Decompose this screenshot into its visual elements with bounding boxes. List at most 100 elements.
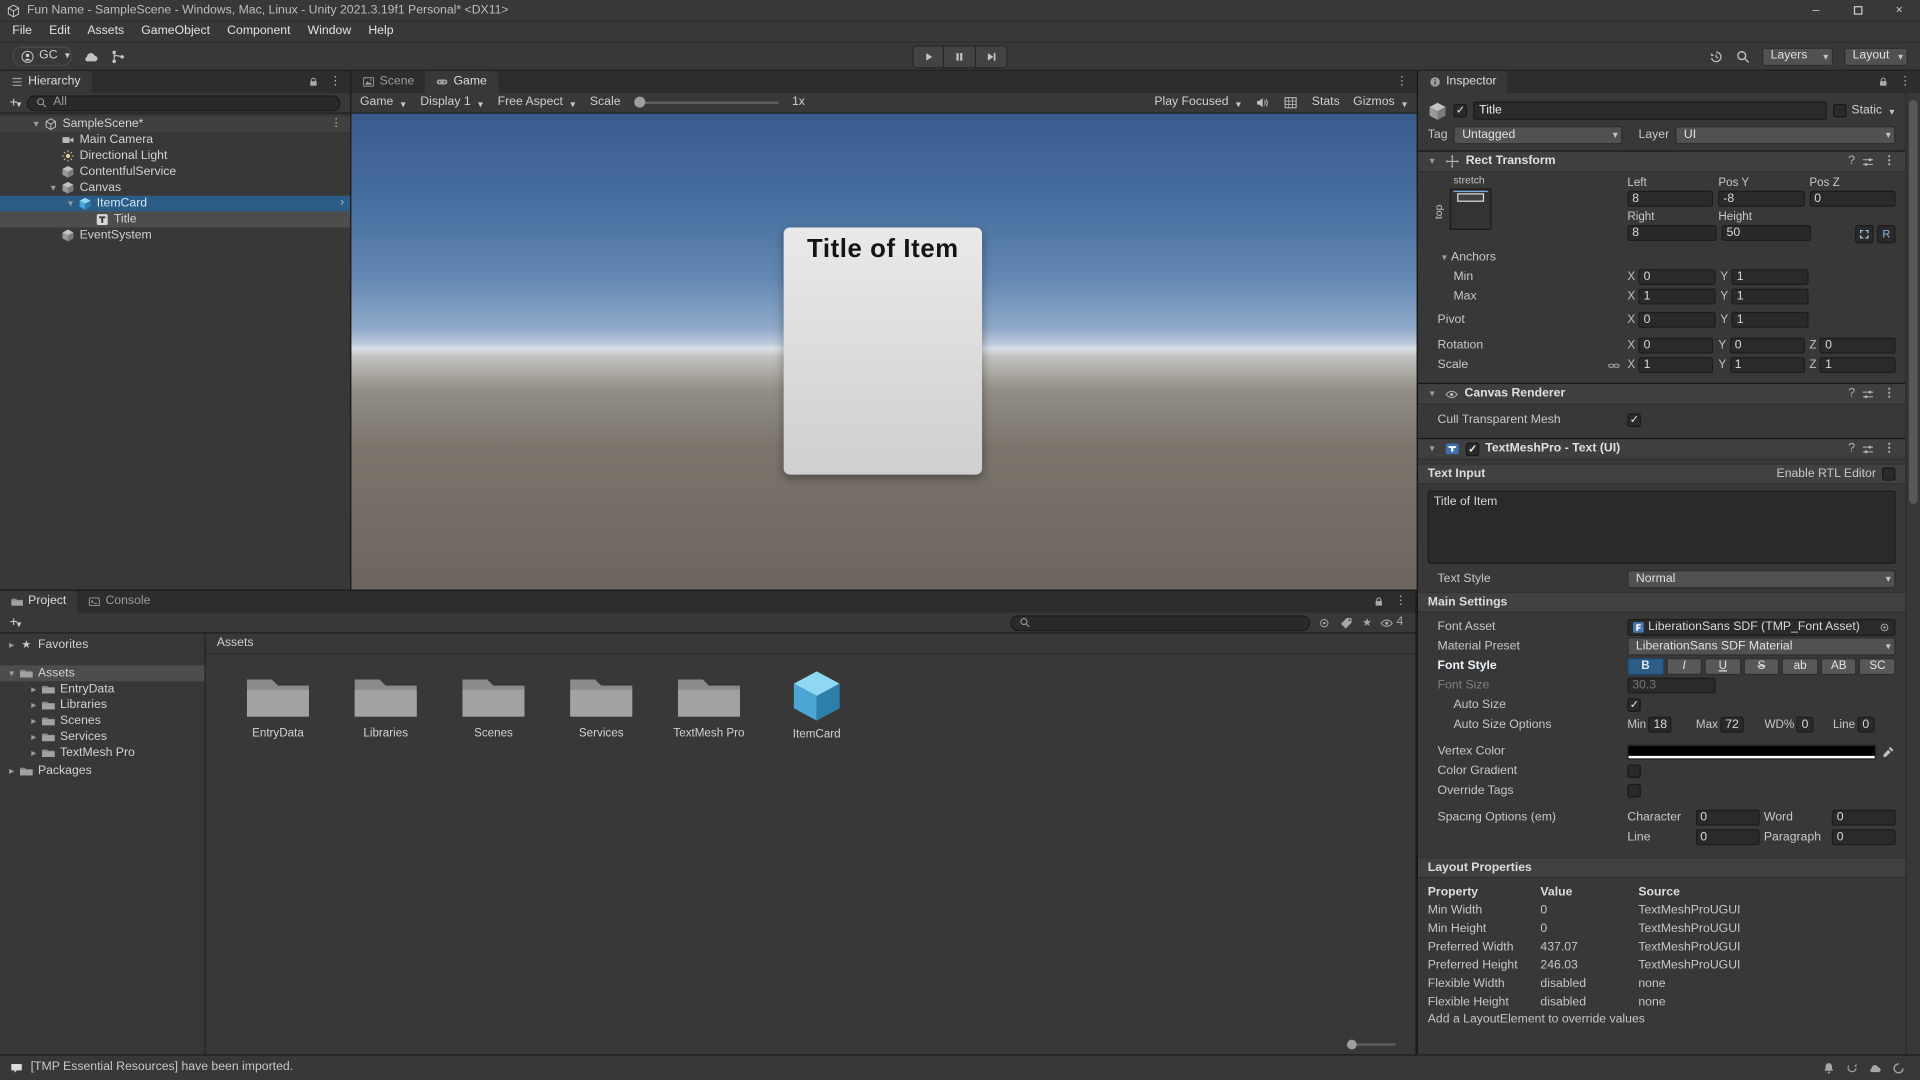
scale-slider[interactable] [633, 96, 779, 108]
foldout-arrow[interactable] [1438, 253, 1451, 263]
foldout-arrow[interactable] [27, 684, 40, 694]
vertex-color-swatch[interactable] [1627, 744, 1876, 759]
kebab-menu-icon[interactable]: ⋮ [327, 75, 344, 88]
auto-size-min-field[interactable]: 18 [1648, 716, 1672, 733]
create-asset-button[interactable]: + [5, 615, 23, 629]
undo-history-icon[interactable] [1708, 48, 1724, 64]
display-dropdown[interactable]: Display 1 [420, 96, 484, 110]
foldout-arrow[interactable] [5, 668, 18, 678]
play-focused-dropdown[interactable]: Play Focused [1154, 96, 1242, 110]
lock-icon[interactable] [1373, 596, 1385, 608]
left-field[interactable]: 8 [1627, 190, 1714, 207]
scale-y-field[interactable]: 1 [1729, 357, 1805, 374]
inspector-scrollbar[interactable] [1905, 92, 1920, 1055]
tree-item-libraries[interactable]: Libraries [0, 697, 204, 713]
tree-item-packages[interactable]: Packages [0, 763, 204, 779]
presets-icon[interactable] [1861, 155, 1874, 168]
uppercase-button[interactable]: AB [1820, 657, 1857, 675]
font-asset-field[interactable]: LiberationSans SDF (TMP_Font Asset) [1627, 618, 1896, 636]
menu-edit[interactable]: Edit [41, 25, 79, 38]
tab-console[interactable]: Console [77, 591, 161, 613]
tree-item-services[interactable]: Services [0, 729, 204, 745]
tab-inspector[interactable]: Inspector [1417, 70, 1508, 93]
pivot-y-field[interactable]: 1 [1731, 311, 1809, 328]
foldout-arrow[interactable] [27, 732, 40, 742]
menu-window[interactable]: Window [299, 25, 360, 38]
asset-textmeshpro[interactable]: TextMesh Pro [664, 669, 755, 739]
text-input-area[interactable]: Title of Item [1427, 490, 1896, 564]
rotation-z-field[interactable]: 0 [1820, 337, 1896, 354]
asset-scenes[interactable]: Scenes [448, 669, 539, 739]
minimize-button[interactable]: – [1795, 0, 1837, 21]
anchor-min-y-field[interactable]: 1 [1731, 269, 1809, 285]
tag-dropdown[interactable]: Untagged [1453, 125, 1623, 145]
hierarchy-item-eventsystem[interactable]: EventSystem [0, 227, 350, 243]
hierarchy-item-itemcard[interactable]: ItemCard › [0, 195, 351, 212]
kebab-menu-icon[interactable]: ⋮ [1881, 387, 1898, 400]
scrollbar-thumb[interactable] [1908, 100, 1918, 504]
tmp-header[interactable]: TextMeshPro - Text (UI) ? ⋮ [1417, 437, 1906, 460]
tree-item-favorites[interactable]: ★ Favorites [0, 637, 204, 653]
hierarchy-item-main-camera[interactable]: Main Camera [0, 132, 350, 148]
layers-dropdown[interactable]: Layers [1762, 47, 1834, 66]
cloud-activity-icon[interactable] [1869, 1061, 1882, 1074]
foldout-arrow[interactable] [47, 183, 60, 193]
anchor-max-y-field[interactable]: 1 [1731, 288, 1809, 305]
tree-item-textmeshpro[interactable]: TextMesh Pro [0, 745, 204, 761]
kebab-menu-icon[interactable]: ⋮ [1881, 442, 1898, 455]
scene-kebab-icon[interactable]: ⋮ [328, 117, 344, 128]
cull-transparent-mesh-checkbox[interactable] [1627, 413, 1641, 427]
status-message[interactable]: [TMP Essential Resources] have been impo… [31, 1061, 294, 1074]
auto-size-line-field[interactable]: 0 [1857, 716, 1875, 733]
scale-slider-knob[interactable] [633, 96, 646, 108]
hierarchy-item-scene[interactable]: SampleScene* ⋮ [0, 116, 351, 133]
tab-scene[interactable]: Scene [351, 71, 425, 93]
auto-size-wd-field[interactable]: 0 [1796, 716, 1814, 733]
layer-dropdown[interactable]: UI [1675, 125, 1896, 145]
prefab-open-arrow[interactable]: › [340, 196, 344, 208]
material-preset-dropdown[interactable]: LiberationSans SDF Material [1627, 637, 1896, 656]
rotation-x-field[interactable]: 0 [1638, 337, 1714, 354]
menu-assets[interactable]: Assets [79, 25, 133, 38]
auto-size-max-field[interactable]: 72 [1720, 716, 1744, 733]
kebab-menu-icon[interactable]: ⋮ [1393, 75, 1410, 88]
raw-edit-mode-button[interactable]: R [1877, 225, 1896, 244]
menu-gameobject[interactable]: GameObject [133, 25, 219, 38]
static-checkbox[interactable] [1833, 103, 1847, 118]
smallcaps-button[interactable]: SC [1859, 657, 1896, 675]
close-button[interactable]: × [1878, 0, 1920, 21]
constrain-proportions-icon[interactable] [1608, 360, 1620, 372]
kebab-menu-icon[interactable]: ⋮ [1897, 75, 1914, 88]
favorites-search-icon[interactable]: ★ [1362, 616, 1372, 628]
game-viewport[interactable]: Title of Item [351, 113, 1417, 590]
stats-button[interactable]: Stats [1312, 96, 1340, 109]
lowercase-button[interactable]: ab [1782, 657, 1819, 675]
blueprint-mode-button[interactable] [1855, 225, 1874, 244]
help-icon[interactable]: ? [1848, 387, 1855, 400]
add-gameobject-button[interactable]: + [5, 95, 23, 109]
strikethrough-button[interactable]: S [1743, 657, 1780, 675]
pause-button[interactable] [944, 44, 976, 68]
asset-services[interactable]: Services [556, 669, 647, 739]
foldout-arrow[interactable] [27, 716, 40, 726]
kebab-menu-icon[interactable]: ⋮ [1392, 595, 1409, 608]
tab-game[interactable]: Game [425, 70, 498, 93]
spacing-paragraph-field[interactable]: 0 [1831, 829, 1896, 846]
tree-item-entrydata[interactable]: EntryData [0, 681, 204, 697]
menu-component[interactable]: Component [219, 25, 299, 38]
help-icon[interactable]: ? [1848, 442, 1855, 455]
foldout-arrow[interactable] [1425, 389, 1438, 399]
anchor-preset-widget[interactable]: stretch top [1432, 175, 1504, 241]
lock-icon[interactable] [1877, 76, 1889, 88]
foldout-arrow[interactable] [1425, 444, 1438, 454]
help-icon[interactable]: ? [1848, 155, 1855, 167]
underline-button[interactable]: U [1704, 657, 1741, 675]
gizmos-dropdown[interactable]: Gizmos [1353, 96, 1408, 110]
menu-file[interactable]: File [4, 25, 41, 38]
asset-zoom-slider[interactable] [1346, 1039, 1396, 1050]
kebab-menu-icon[interactable]: ⋮ [1881, 155, 1898, 167]
layout-dropdown[interactable]: Layout [1844, 47, 1908, 66]
tmp-enabled-checkbox[interactable] [1465, 442, 1480, 456]
presets-icon[interactable] [1861, 442, 1874, 455]
pos-z-field[interactable]: 0 [1809, 190, 1896, 207]
